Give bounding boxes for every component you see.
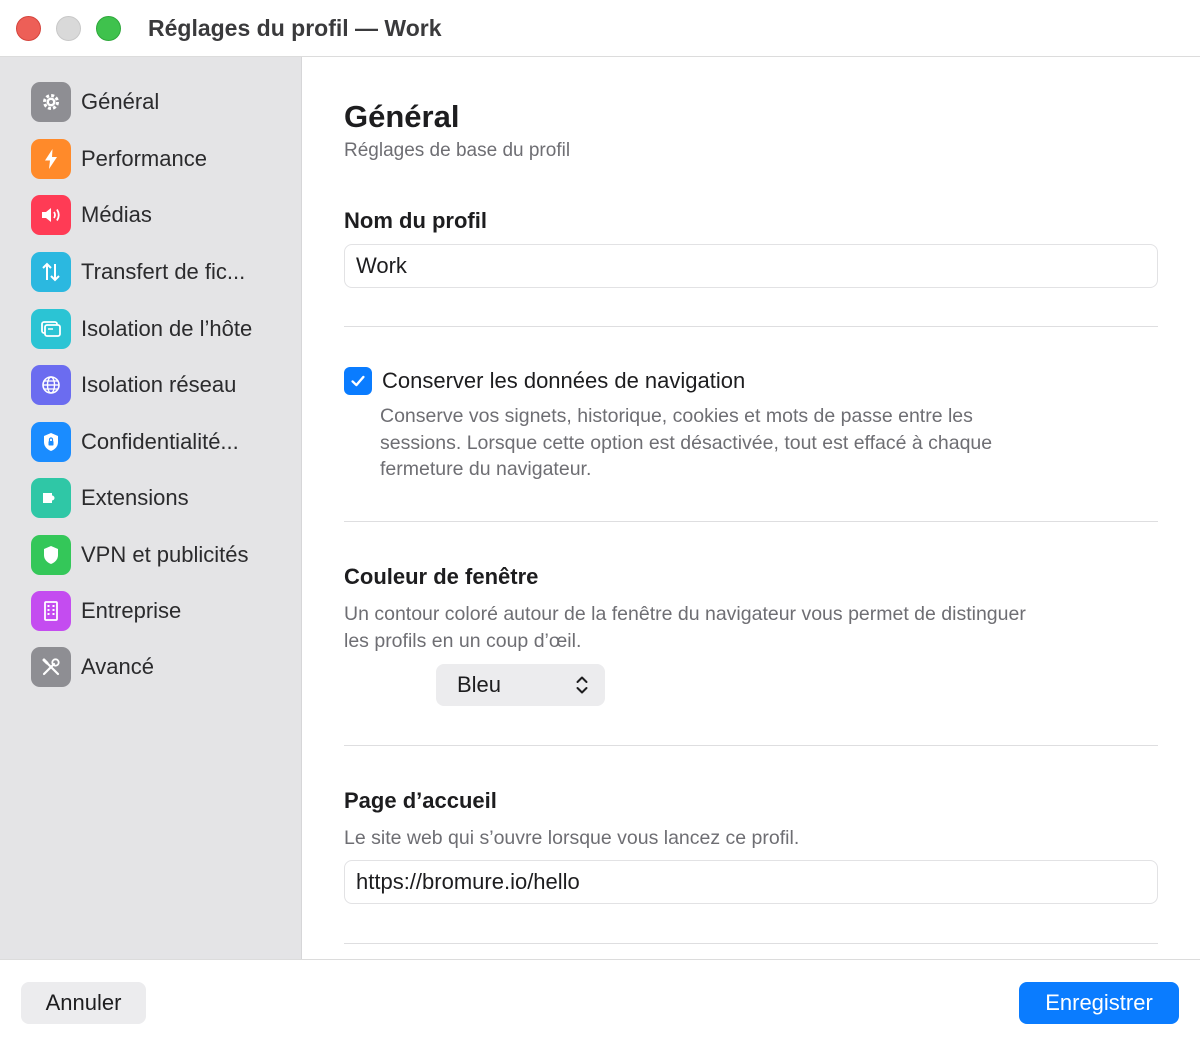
speaker-icon: [31, 195, 71, 235]
transfer-arrows-icon: [31, 252, 71, 292]
description-line: fermeture du navigateur.: [380, 458, 592, 480]
save-button[interactable]: Enregistrer: [1019, 982, 1179, 1024]
close-window-button[interactable]: [16, 16, 41, 41]
profile-name-label: Nom du profil: [344, 208, 487, 233]
sidebar-item-file-transfer[interactable]: Transfert de fic...: [31, 252, 291, 292]
description-line: sessions. Lorsque cette option est désac…: [380, 431, 993, 454]
window-icon: [31, 309, 71, 349]
gear-icon: [31, 82, 71, 122]
keep-data-checkbox[interactable]: [344, 367, 372, 395]
footer-bar: Annuler Enregistrer: [0, 959, 1200, 1045]
sidebar-item-label: Général: [81, 89, 160, 114]
sidebar-item-label: VPN et publicités: [81, 542, 249, 567]
description-line: Conserve vos signets, historique, cookie…: [380, 405, 973, 427]
homepage-description: Le site web qui s’ouvre lorsque vous lan…: [344, 827, 800, 849]
sidebar-item-host-isolation[interactable]: Isolation de l’hôte: [31, 309, 291, 349]
sidebar-item-medias[interactable]: Médias: [31, 195, 291, 235]
puzzle-icon: [31, 478, 71, 518]
title-bar: Réglages du profil — Work: [0, 0, 1200, 57]
window-color-select[interactable]: Bleu: [436, 664, 605, 706]
up-down-chevron-icon: [576, 676, 588, 694]
cancel-button[interactable]: Annuler: [21, 982, 146, 1024]
sidebar-item-network-isolation[interactable]: Isolation réseau: [31, 365, 291, 405]
sidebar-item-vpn-ads[interactable]: VPN et publicités: [31, 535, 291, 575]
bolt-icon: [31, 139, 71, 179]
settings-content: Général Réglages de base du profil Nom d…: [302, 57, 1200, 959]
sidebar-item-label: Isolation réseau: [81, 372, 237, 397]
page-title: Général: [344, 99, 460, 134]
sidebar-item-performance[interactable]: Performance: [31, 139, 291, 179]
tools-icon: [31, 647, 71, 687]
sidebar-item-privacy[interactable]: Confidentialité...: [31, 422, 291, 462]
window-color-label: Couleur de fenêtre: [344, 564, 539, 589]
page-subtitle: Réglages de base du profil: [344, 140, 571, 161]
shield-icon: [31, 535, 71, 575]
sidebar-item-advanced[interactable]: Avancé: [31, 647, 291, 687]
settings-window: Réglages du profil — Work Général Perfor…: [0, 0, 1200, 1045]
sidebar-item-general[interactable]: Général: [31, 82, 291, 122]
keep-data-label[interactable]: Conserver les données de navigation: [382, 368, 745, 394]
window-title: Réglages du profil — Work: [148, 15, 442, 41]
window-color-value: Bleu: [457, 672, 502, 697]
divider: [344, 943, 1158, 944]
sidebar-item-label: Confidentialité...: [81, 429, 239, 454]
window-color-description: Un contour coloré autour de la fenêtre d…: [344, 601, 1026, 654]
sidebar: Général Performance Médias Transfert de …: [0, 57, 302, 959]
divider: [344, 745, 1158, 746]
keep-data-description: Conserve vos signets, historique, cookie…: [380, 403, 992, 483]
sidebar-item-enterprise[interactable]: Entreprise: [31, 591, 291, 631]
sidebar-item-label: Isolation de l’hôte: [81, 316, 253, 341]
building-icon: [31, 591, 71, 631]
divider: [344, 521, 1158, 522]
sidebar-item-label: Performance: [81, 146, 207, 171]
sidebar-item-label: Médias: [81, 202, 152, 227]
globe-icon: [31, 365, 71, 405]
homepage-label: Page d’accueil: [344, 788, 497, 813]
sidebar-item-label: Entreprise: [81, 598, 182, 623]
maximize-window-button[interactable]: [96, 16, 121, 41]
sidebar-item-label: Avancé: [81, 654, 154, 679]
minimize-window-button[interactable]: [56, 16, 81, 41]
checkmark-icon: [351, 375, 365, 387]
sidebar-item-label: Extensions: [81, 485, 189, 510]
description-line: les profils en un coup d’œil.: [344, 629, 582, 652]
sidebar-item-extensions[interactable]: Extensions: [31, 478, 291, 518]
divider: [344, 326, 1158, 327]
homepage-url-input[interactable]: [344, 860, 1158, 904]
privacy-lock-icon: [31, 422, 71, 462]
profile-name-input[interactable]: [344, 244, 1158, 288]
description-line: Un contour coloré autour de la fenêtre d…: [344, 603, 1026, 625]
sidebar-item-label: Transfert de fic...: [81, 259, 246, 284]
